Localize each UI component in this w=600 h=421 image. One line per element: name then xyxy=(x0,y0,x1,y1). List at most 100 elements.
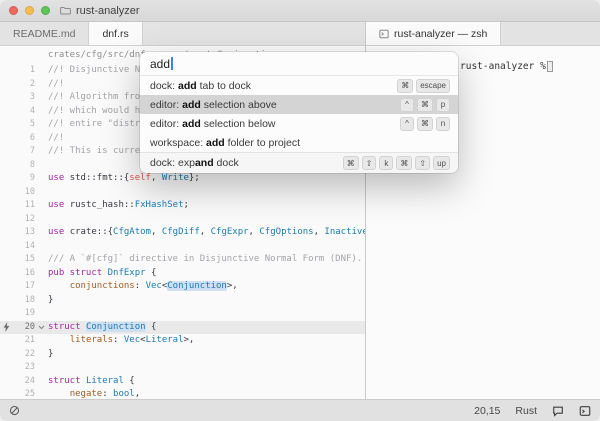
gutter-spacer xyxy=(0,78,13,92)
code-line-16[interactable]: 16pub struct DnfExpr { xyxy=(0,267,365,281)
gutter-spacer xyxy=(0,240,13,254)
keycap: ⌘ xyxy=(396,156,412,170)
gutter-spacer xyxy=(0,361,13,375)
keybinding: ^⌘p xyxy=(400,98,450,112)
zoom-window-button[interactable] xyxy=(41,6,50,15)
window-controls xyxy=(9,6,50,15)
cursor-position[interactable]: 20,15 xyxy=(474,405,500,417)
code-line-17[interactable]: 17 conjunctions: Vec<Conjunction>, xyxy=(0,280,365,294)
gutter-spacer xyxy=(0,388,13,399)
code-text: use crate::{CfgAtom, CfgDiff, CfgExpr, C… xyxy=(48,226,365,240)
tab-label: README.md xyxy=(13,28,75,40)
code-line-19[interactable]: 19 xyxy=(0,307,365,321)
code-line-23[interactable]: 23 xyxy=(0,361,365,375)
palette-search-input[interactable]: add xyxy=(140,52,458,76)
code-line-22[interactable]: 22} xyxy=(0,348,365,362)
palette-item-1[interactable]: editor: add selection above^⌘p xyxy=(140,95,458,114)
line-number: 22 xyxy=(13,348,35,362)
keycap: ⌘ xyxy=(417,98,433,112)
code-text: literals: Vec<Literal>, xyxy=(48,334,365,348)
gutter-spacer xyxy=(0,91,13,105)
code-line-21[interactable]: 21 literals: Vec<Literal>, xyxy=(0,334,365,348)
minimize-window-button[interactable] xyxy=(25,6,34,15)
code-line-20[interactable]: 20struct Conjunction { xyxy=(0,321,365,335)
keycap: escape xyxy=(416,79,450,93)
keycap: ^ xyxy=(400,117,414,131)
palette-item-label: dock: add tab to dock xyxy=(150,80,397,92)
code-line-14[interactable]: 14 xyxy=(0,240,365,254)
fold-spacer xyxy=(35,132,48,146)
code-line-11[interactable]: 11use rustc_hash::FxHashSet; xyxy=(0,199,365,213)
language-selector[interactable]: Rust xyxy=(515,405,537,417)
keycap: ⇧ xyxy=(415,156,430,170)
palette-item-3[interactable]: workspace: add folder to project xyxy=(140,133,458,152)
palette-item-2[interactable]: editor: add selection below^⌘n xyxy=(140,114,458,133)
code-line-10[interactable]: 10 xyxy=(0,186,365,200)
code-action-bolt-icon[interactable] xyxy=(0,321,13,335)
code-text: conjunctions: Vec<Conjunction>, xyxy=(48,280,365,294)
terminal-icon xyxy=(379,29,389,39)
palette-item-4[interactable]: dock: expand dock⌘⇧k⌘⇧up xyxy=(140,152,458,173)
close-window-button[interactable] xyxy=(9,6,18,15)
code-text: struct Conjunction { xyxy=(48,321,365,335)
line-number: 11 xyxy=(13,199,35,213)
terminal-toggle-icon[interactable] xyxy=(579,405,591,417)
code-line-13[interactable]: 13 use crate::{CfgAtom, CfgDiff, CfgExpr,… xyxy=(0,226,365,240)
line-number: 8 xyxy=(13,159,35,173)
line-number: 17 xyxy=(13,280,35,294)
fold-spacer xyxy=(35,105,48,119)
gutter-spacer xyxy=(0,334,13,348)
tab-terminal[interactable]: rust-analyzer — zsh xyxy=(366,22,501,45)
fold-spacer xyxy=(35,375,48,389)
gutter-spacer xyxy=(0,199,13,213)
gutter-spacer xyxy=(0,213,13,227)
code-line-25[interactable]: 25 negate: bool, xyxy=(0,388,365,399)
diagnostics-icon[interactable] xyxy=(9,405,20,416)
fold-chevron-icon[interactable] xyxy=(35,321,48,335)
palette-query: add xyxy=(150,57,170,71)
fold-spacer xyxy=(35,64,48,78)
keycap: p xyxy=(436,98,450,112)
code-text xyxy=(48,361,365,375)
line-number: 23 xyxy=(13,361,35,375)
gutter-spacer xyxy=(0,294,13,308)
code-line-9[interactable]: 9use std::fmt::{self, Write}; xyxy=(0,172,365,186)
keycap: ⌘ xyxy=(417,117,433,131)
code-text: } xyxy=(48,294,365,308)
fold-spacer xyxy=(35,240,48,254)
line-number: 13 xyxy=(13,226,35,240)
keybinding: ^⌘n xyxy=(400,117,450,131)
code-line-12[interactable]: 12 xyxy=(0,213,365,227)
fold-spacer xyxy=(35,199,48,213)
gutter-spacer xyxy=(0,118,13,132)
fold-spacer xyxy=(35,91,48,105)
palette-item-label: workspace: add folder to project xyxy=(150,137,450,149)
line-number: 24 xyxy=(13,375,35,389)
line-number: 9 xyxy=(13,172,35,186)
gutter-spacer xyxy=(0,186,13,200)
gutter-spacer xyxy=(0,64,13,78)
palette-item-0[interactable]: dock: add tab to dock⌘escape xyxy=(140,76,458,95)
line-number: 15 xyxy=(13,253,35,267)
line-number: 5 xyxy=(13,118,35,132)
gutter-spacer xyxy=(0,132,13,146)
window-title: rust-analyzer xyxy=(76,5,140,17)
code-line-24[interactable]: 24 struct Literal { xyxy=(0,375,365,389)
palette-item-label: editor: add selection below xyxy=(150,118,400,130)
fold-spacer xyxy=(35,145,48,159)
line-number: 6 xyxy=(13,132,35,146)
line-number: 4 xyxy=(13,105,35,119)
fold-spacer xyxy=(35,334,48,348)
code-text xyxy=(48,186,365,200)
tab-readme-md[interactable]: README.md xyxy=(0,22,89,45)
tab-dnf-rs[interactable]: dnf.rs xyxy=(89,22,142,45)
gutter-spacer xyxy=(0,159,13,173)
status-bar: 20,15 Rust xyxy=(0,399,600,421)
fold-spacer xyxy=(35,253,48,267)
code-line-15[interactable]: 15/// A `#[cfg]` directive in Disjunctiv… xyxy=(0,253,365,267)
code-line-18[interactable]: 18} xyxy=(0,294,365,308)
feedback-icon[interactable] xyxy=(552,405,564,417)
line-number: 12 xyxy=(13,213,35,227)
line-number: 7 xyxy=(13,145,35,159)
code-text: struct Literal { xyxy=(48,375,365,389)
